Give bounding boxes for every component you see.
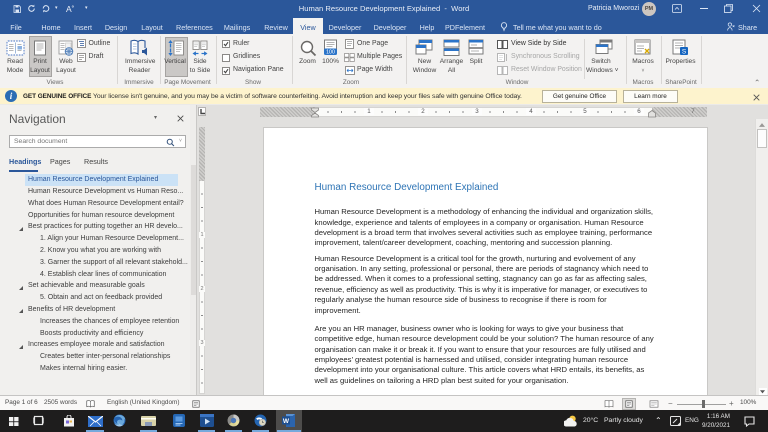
svg-text:100: 100 xyxy=(326,50,335,56)
svg-text:W: W xyxy=(283,418,290,425)
svg-text:S: S xyxy=(682,49,687,56)
